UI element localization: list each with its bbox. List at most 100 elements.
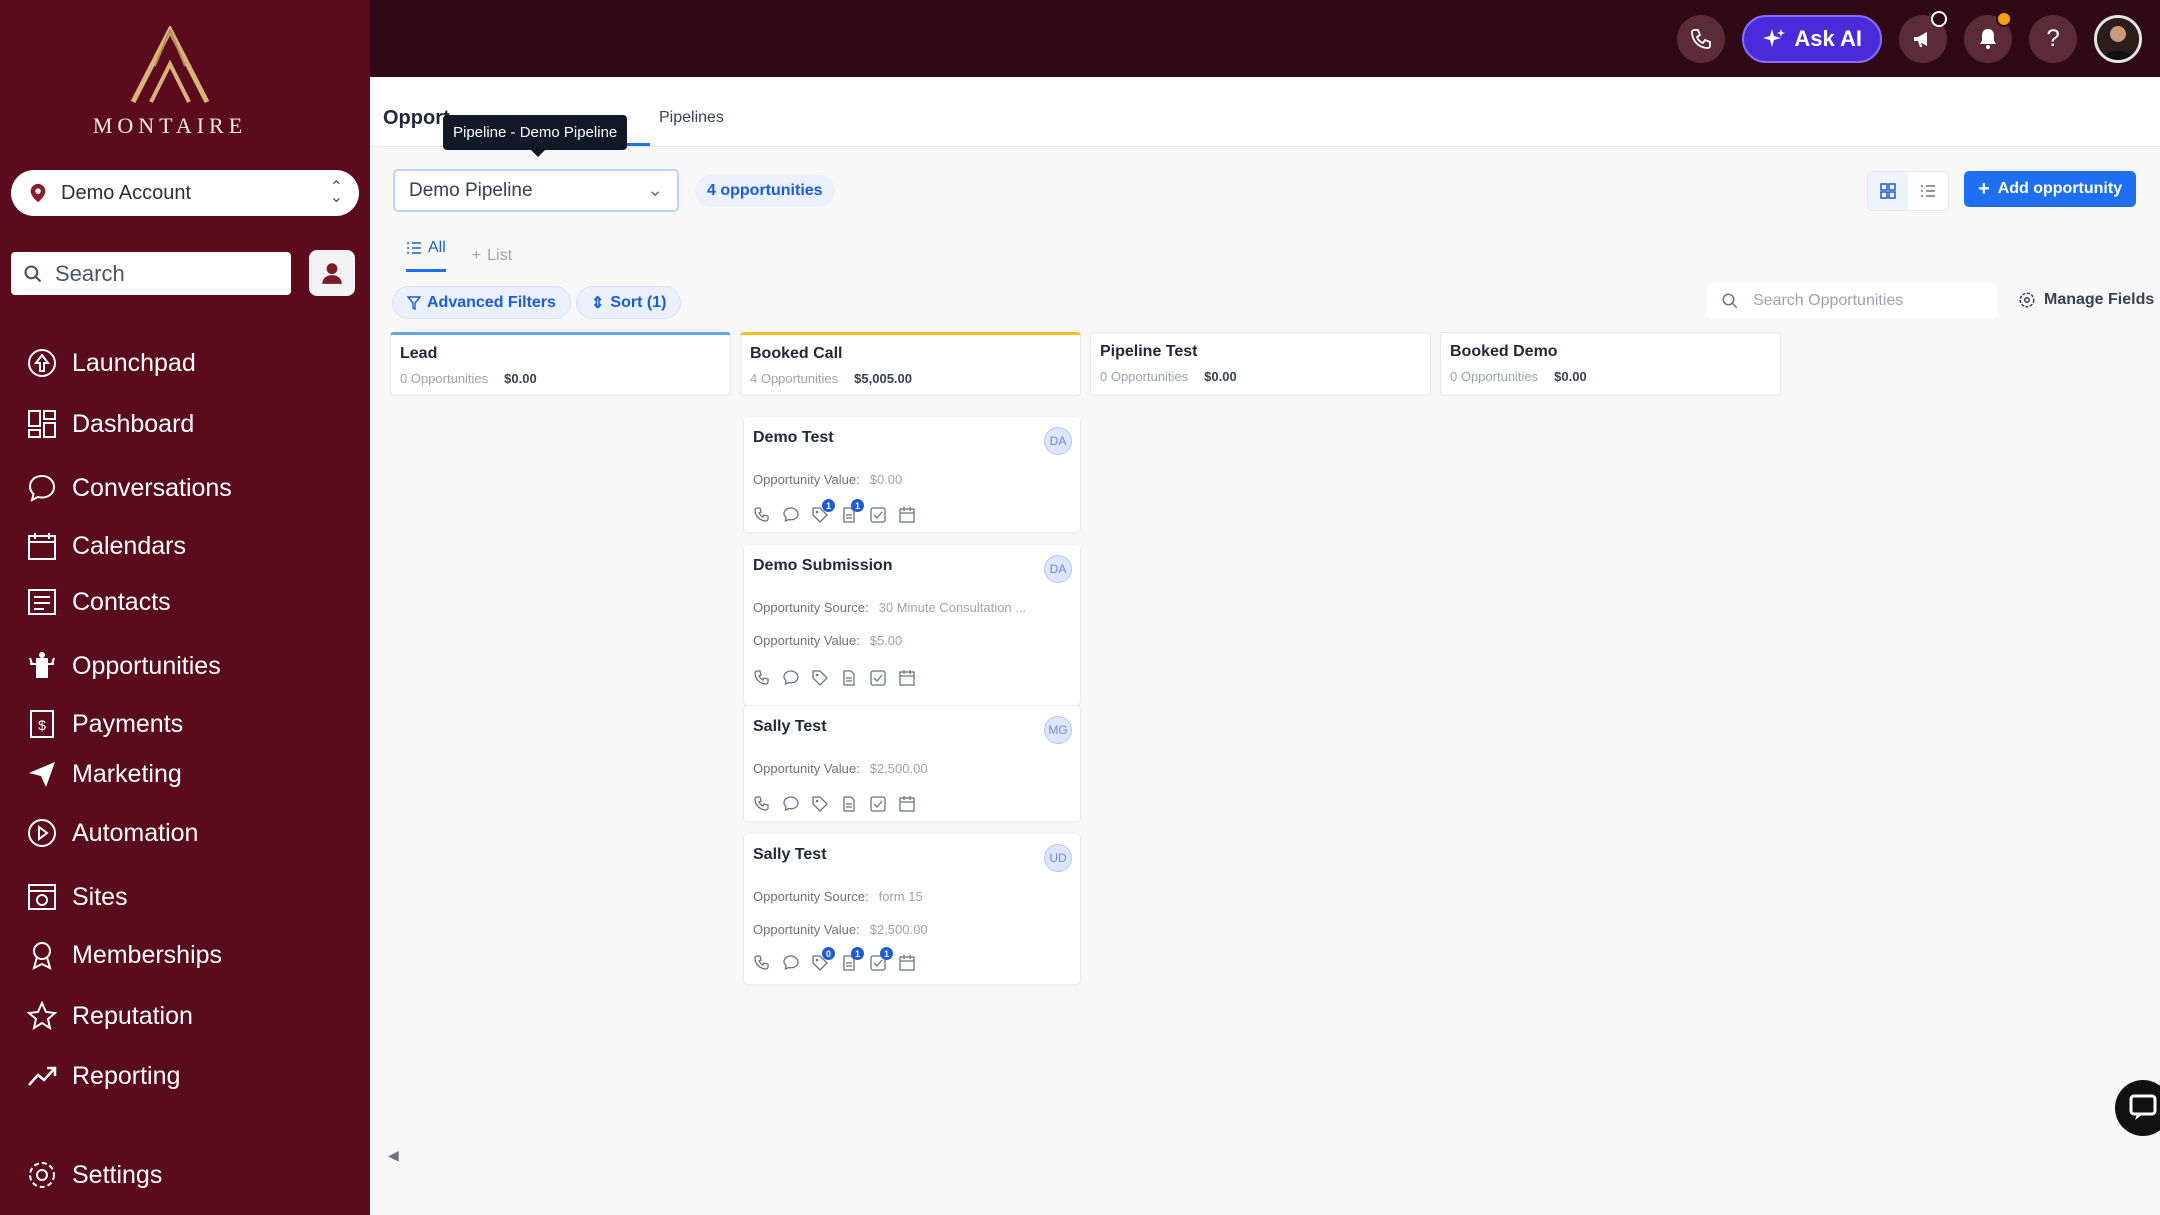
grid-view-button[interactable] [1868, 172, 1908, 210]
sidebar-item-contacts[interactable]: Contacts [26, 586, 171, 618]
task-icon[interactable] [869, 795, 887, 813]
opportunities-icon [29, 652, 55, 678]
search-opportunities-input[interactable]: Search Opportunities [1707, 283, 1997, 319]
card-actions: 0 1 1 [753, 947, 916, 972]
value: $5.00 [869, 633, 903, 648]
pipeline-select[interactable]: Demo Pipeline ⌄ [393, 169, 679, 212]
stage-count: 0 Opportunities [1450, 369, 1539, 384]
source: 30 Minute Consultation ... [878, 600, 1027, 615]
calendar-icon[interactable] [898, 795, 916, 813]
megaphone-icon [1914, 32, 1927, 47]
plus-icon: + [1978, 177, 1990, 200]
sidebar-item-dashboard[interactable]: Dashboard [26, 408, 194, 440]
notifications-button[interactable] [1964, 11, 2012, 63]
chat-widget-button[interactable] [2115, 1080, 2160, 1136]
send-icon [29, 762, 55, 787]
note-icon[interactable] [840, 795, 858, 813]
sidebar-item-reporting[interactable]: Reporting [26, 1060, 180, 1092]
calendar-icon[interactable] [898, 506, 916, 524]
tab-pipelines[interactable]: Pipelines [659, 109, 724, 127]
user-button[interactable] [309, 250, 355, 296]
note-icon[interactable]: 1 [840, 499, 864, 524]
manage-fields-button[interactable]: Manage Fields [2018, 291, 2154, 309]
task-icon[interactable]: 1 [869, 947, 893, 972]
message-icon[interactable] [782, 795, 800, 813]
account-switcher[interactable]: Demo Account ⌃ ⌄ [11, 170, 359, 216]
message-icon[interactable] [782, 954, 800, 972]
sidebar-item-payments[interactable]: $ Payments [26, 708, 183, 740]
phone-icon[interactable] [753, 954, 771, 972]
profile-avatar[interactable] [2094, 15, 2142, 63]
sidebar-item-conversations[interactable]: Conversations [26, 472, 232, 504]
trending-up-icon [28, 1066, 57, 1086]
ask-ai-button[interactable]: Ask AI [1742, 15, 1882, 63]
sidebar-item-launchpad[interactable]: Launchpad [26, 347, 196, 379]
advanced-filters-label: Advanced Filters [427, 293, 556, 311]
help-button[interactable]: ? [2029, 15, 2077, 63]
opportunity-card[interactable]: Sally Test MG Opportunity Value: $2,500.0… [743, 705, 1081, 822]
phone-icon[interactable] [753, 795, 771, 813]
sidebar-item-reputation[interactable]: Reputation [26, 1000, 193, 1032]
svg-text:$: $ [38, 717, 46, 733]
stage-column-pipeline-test: Pipeline Test 0 Opportunities $0.00 [1090, 332, 1431, 396]
opportunity-card[interactable]: Demo Test DA Opportunity Value: $0.00 11 [743, 416, 1081, 533]
sidebar-item-label: Reputation [72, 1001, 193, 1030]
card-actions: 11 [753, 499, 916, 524]
sidebar-item-memberships[interactable]: Memberships [26, 939, 222, 971]
note-icon[interactable]: 1 [840, 947, 864, 972]
pipeline-select-value: Demo Pipeline [409, 179, 533, 201]
tag-icon[interactable]: 1 [811, 499, 835, 524]
phone-icon[interactable] [753, 669, 771, 687]
question-icon: ? [2046, 25, 2060, 52]
assignee-avatar: DA [1044, 555, 1072, 583]
card-source-row: Opportunity Source: 30 Minute Consultatio… [753, 600, 1026, 615]
chat-widget-icon [2129, 1094, 2157, 1120]
gear-icon [29, 1162, 55, 1188]
page-header: Opport Pipelines Pipeline - Demo Pipelin… [370, 77, 2160, 157]
message-icon[interactable] [782, 506, 800, 524]
task-icon[interactable] [869, 669, 887, 687]
tab-all[interactable]: All [406, 239, 446, 272]
opportunity-card[interactable]: Sally Test UD Opportunity Source: form 15… [743, 833, 1081, 985]
advanced-filters-button[interactable]: Advanced Filters [392, 286, 571, 319]
sidebar-item-calendars[interactable]: Calendars [26, 530, 186, 562]
sidebar-item-sites[interactable]: Sites [26, 881, 128, 913]
sidebar-search-input[interactable]: Search [11, 252, 291, 295]
tag-icon[interactable] [811, 669, 829, 687]
opportunity-card[interactable]: Demo Submission DA Opportunity Source: 30… [743, 544, 1081, 706]
sidebar-item-marketing[interactable]: Marketing [26, 758, 182, 790]
card-value-row: Opportunity Value: $0.00 [753, 472, 902, 487]
value: $2,500.00 [869, 761, 928, 776]
sidebar-item-settings[interactable]: Settings [26, 1159, 162, 1191]
sidebar-item-opportunities[interactable]: Opportunities [26, 650, 221, 682]
sort-button[interactable]: ⇕ Sort (1) [576, 286, 682, 319]
scroll-left-icon[interactable]: ◀ [388, 1147, 399, 1164]
value: $0.00 [869, 472, 903, 487]
phone-icon[interactable] [753, 506, 771, 524]
note-icon[interactable] [840, 669, 858, 687]
stage-name: Booked Demo [1450, 343, 1558, 360]
calendar-icon[interactable] [898, 954, 916, 972]
sidebar-item-automation[interactable]: Automation [26, 817, 198, 849]
phone-button[interactable] [1677, 15, 1726, 63]
message-icon[interactable] [782, 669, 800, 687]
tag-icon[interactable] [811, 795, 829, 813]
tag-icon[interactable]: 0 [811, 947, 835, 972]
chevron-down-icon: ⌄ [647, 180, 663, 201]
stage-value: $0.00 [1554, 369, 1587, 384]
sidebar: MONTAIRE Demo Account ⌃ ⌄ Search Launchpa… [0, 0, 370, 1215]
add-opportunity-button[interactable]: + Add opportunity [1964, 171, 2137, 207]
sidebar-item-label: Dashboard [72, 409, 195, 438]
assignee-avatar: MG [1044, 716, 1072, 744]
announcements-button[interactable] [1899, 11, 1947, 63]
tab-add-list[interactable]: + List [472, 239, 512, 272]
sidebar-item-label: Launchpad [72, 348, 196, 377]
calendar-icon[interactable] [898, 669, 916, 687]
grid-icon [1880, 183, 1896, 199]
card-title: Sally Test [753, 718, 827, 735]
list-view-button[interactable] [1908, 172, 1948, 210]
horizontal-scrollbar[interactable]: ◀ [388, 1147, 2158, 1165]
stage-name: Lead [400, 345, 438, 362]
task-icon[interactable] [869, 506, 887, 524]
count-badge: 1 [851, 947, 864, 960]
